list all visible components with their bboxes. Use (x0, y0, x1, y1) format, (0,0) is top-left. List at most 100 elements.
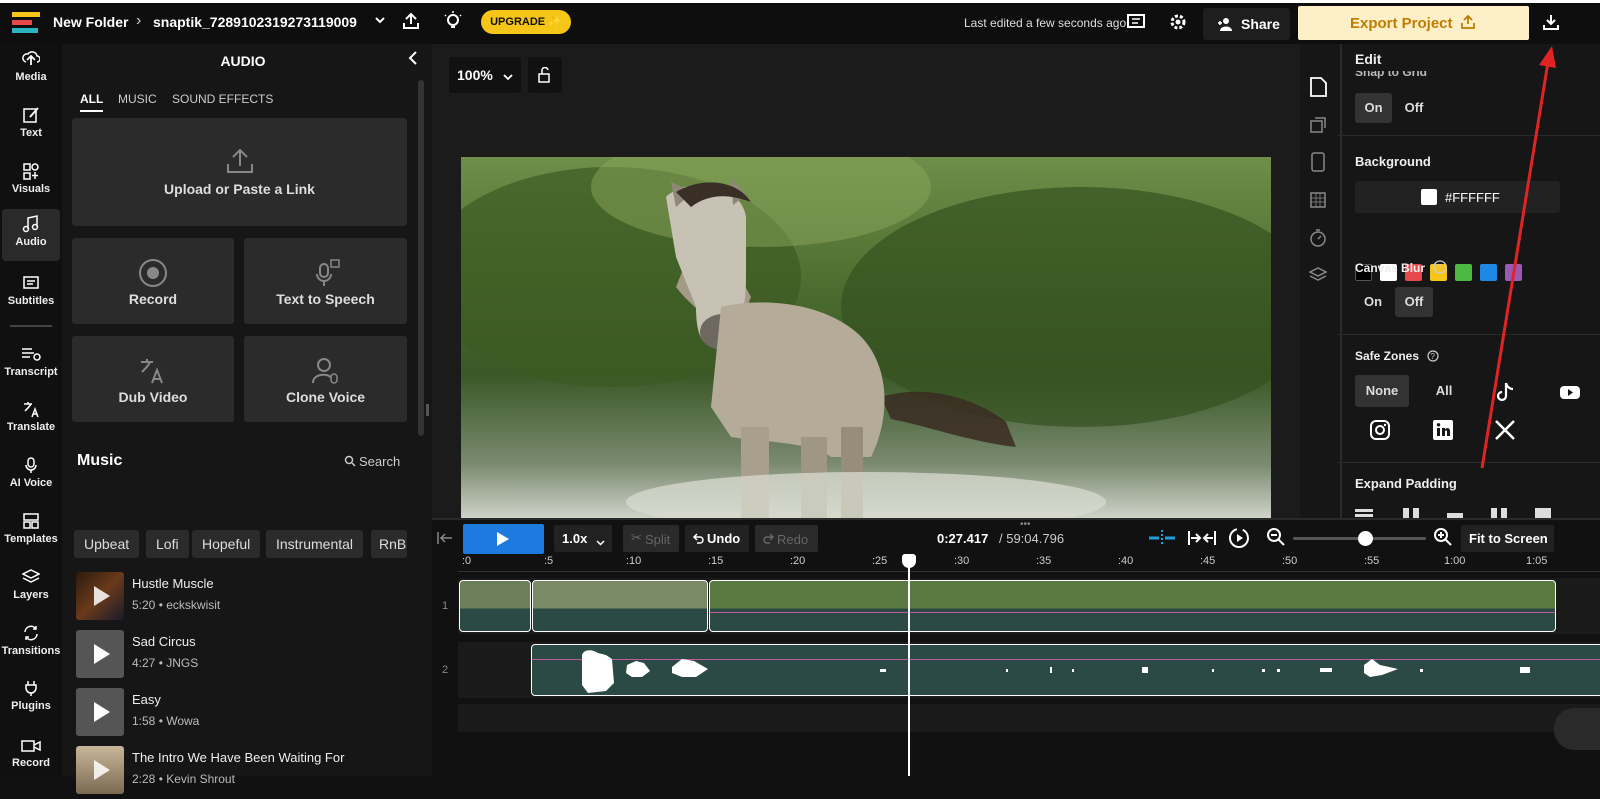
drag-handle-icon[interactable]: ••• (1020, 519, 1031, 530)
instagram-icon[interactable] (1369, 419, 1391, 446)
lock-button[interactable] (528, 57, 562, 93)
list-item[interactable]: Sad Circus 4:27 • JNGS (76, 630, 416, 682)
zoom-in-icon[interactable] (1433, 527, 1453, 552)
fit-clips-icon[interactable] (1187, 528, 1217, 553)
track-thumbnail (76, 746, 124, 794)
help-icon[interactable]: ? (1427, 349, 1439, 367)
zoom-slider-thumb[interactable] (1358, 531, 1373, 546)
padding-layout-icons[interactable] (1355, 505, 1555, 518)
nav-transitions[interactable]: Transitions (0, 618, 62, 670)
tab-sound-effects[interactable]: SOUND EFFECTS (172, 92, 273, 106)
grid-icon[interactable] (1309, 191, 1327, 214)
track-title: Sad Circus (132, 634, 196, 649)
mobile-icon[interactable] (1310, 152, 1326, 177)
snap-off-button[interactable]: Off (1396, 93, 1432, 123)
dub-video-card[interactable]: Dub Video (72, 336, 234, 422)
gear-icon[interactable] (1168, 12, 1188, 37)
video-clip[interactable] (459, 580, 531, 632)
download-icon[interactable] (1542, 13, 1560, 36)
zoom-slider[interactable] (1293, 531, 1426, 546)
video-clip[interactable] (709, 580, 1556, 632)
playhead-handle[interactable] (902, 554, 916, 568)
audio-clip[interactable] (531, 644, 1600, 696)
nav-media[interactable]: Media (0, 44, 62, 96)
magnet-split-icon[interactable] (1147, 528, 1177, 553)
chip-lofi[interactable]: Lofi (146, 530, 189, 558)
linkedin-icon[interactable] (1432, 419, 1454, 446)
comment-icon[interactable] (1126, 12, 1146, 37)
ruler-tick: :10 (626, 555, 642, 567)
snap-on-button[interactable]: On (1355, 93, 1392, 123)
chip-instrumental[interactable]: Instrumental (266, 530, 364, 558)
ai-voice-icon (25, 457, 37, 473)
panel-scrollbar[interactable] (418, 80, 424, 436)
canvas-stage: 100% (426, 44, 1300, 518)
list-item[interactable]: The Intro We Have Been Waiting For 2:28 … (76, 746, 416, 798)
folder-breadcrumb[interactable]: New Folder (53, 14, 128, 30)
nav-audio[interactable]: Audio (2, 209, 60, 261)
nav-layers[interactable]: Layers (0, 562, 62, 614)
layers-icon[interactable] (1308, 266, 1328, 289)
split-button[interactable]: ✂ Split (623, 525, 679, 552)
list-item[interactable]: Easy 1:58 • Wowa (76, 688, 416, 740)
record-card[interactable]: Record (72, 238, 234, 324)
help-icon[interactable]: ? (1433, 260, 1447, 279)
nav-translate[interactable]: Translate (0, 394, 62, 446)
timer-icon[interactable] (1309, 228, 1327, 253)
video-preview[interactable] (461, 157, 1271, 518)
chip-rnb[interactable]: RnB (371, 530, 407, 558)
nav-transcript[interactable]: Transcript (0, 339, 62, 391)
search-icon[interactable] (344, 454, 356, 472)
nav-text[interactable]: Text (0, 100, 62, 152)
tab-all[interactable]: ALL (80, 92, 104, 112)
nav-record[interactable]: Record (0, 730, 62, 776)
project-name[interactable]: snaptik_7289102319273119009 (153, 14, 357, 30)
list-item[interactable]: Hustle Muscle 5:20 • eckskwisit (76, 572, 416, 624)
nav-visuals[interactable]: Visuals (0, 156, 62, 208)
playback-loop-icon[interactable] (1228, 527, 1250, 554)
play-button[interactable] (463, 524, 544, 554)
clone-voice-card[interactable]: Clone Voice (244, 336, 407, 422)
search-link[interactable]: Search (359, 454, 400, 469)
blur-off-button[interactable]: Off (1395, 287, 1433, 317)
snap-to-grid-label: Snap to Grid (1355, 71, 1427, 79)
time-ruler[interactable]: :0 :5 :10 :15 :20 :25 :30 :35 :40 :45 :5… (458, 554, 1600, 572)
resize-icon[interactable] (1309, 116, 1327, 139)
help-chat-button[interactable] (1554, 708, 1600, 750)
nav-plugins[interactable]: Plugins (0, 673, 62, 725)
chip-hopeful[interactable]: Hopeful (192, 530, 261, 558)
undo-button[interactable]: Undo (685, 525, 749, 552)
safe-zone-all-button[interactable]: All (1426, 375, 1462, 407)
page-icon[interactable] (1308, 76, 1328, 103)
redo-button[interactable]: Redo (755, 525, 818, 552)
app-logo-icon[interactable] (12, 10, 42, 41)
nav-label: Translate (6, 421, 56, 433)
collapse-left-icon[interactable] (436, 530, 454, 551)
upload-card[interactable]: Upload or Paste a Link (72, 118, 407, 226)
upload-icon (226, 148, 253, 173)
export-project-button[interactable]: Export Project (1298, 6, 1529, 40)
blur-on-button[interactable]: On (1355, 287, 1391, 317)
upgrade-button[interactable]: UPGRADE ✨ (481, 10, 571, 34)
lightbulb-icon[interactable] (443, 11, 463, 36)
text-to-speech-card[interactable]: Text to Speech (244, 238, 407, 324)
chevron-down-icon[interactable] (374, 13, 386, 31)
nav-ai-voice[interactable]: AI Voice (0, 450, 62, 502)
nav-templates[interactable]: Templates (0, 506, 62, 558)
upload-share-icon[interactable] (401, 11, 421, 36)
chip-upbeat[interactable]: Upbeat (74, 530, 140, 558)
collapse-panel-icon[interactable] (405, 49, 421, 72)
share-button[interactable]: Share (1203, 8, 1290, 40)
playhead[interactable] (908, 556, 910, 776)
zoom-out-icon[interactable] (1266, 527, 1286, 552)
nav-label: Media (15, 71, 47, 83)
nav-subtitles[interactable]: Subtitles (0, 268, 62, 320)
safe-zone-none-button[interactable]: None (1355, 375, 1409, 407)
zoom-select[interactable]: 100% (449, 57, 521, 93)
fit-to-screen-button[interactable]: Fit to Screen (1461, 525, 1554, 552)
speed-select[interactable]: 1.0x (554, 525, 612, 552)
tab-music[interactable]: MUSIC (118, 92, 157, 106)
video-clip[interactable] (532, 580, 708, 632)
safe-zones-label: Safe Zones (1355, 349, 1420, 363)
panel-resize-handle[interactable] (426, 404, 429, 416)
